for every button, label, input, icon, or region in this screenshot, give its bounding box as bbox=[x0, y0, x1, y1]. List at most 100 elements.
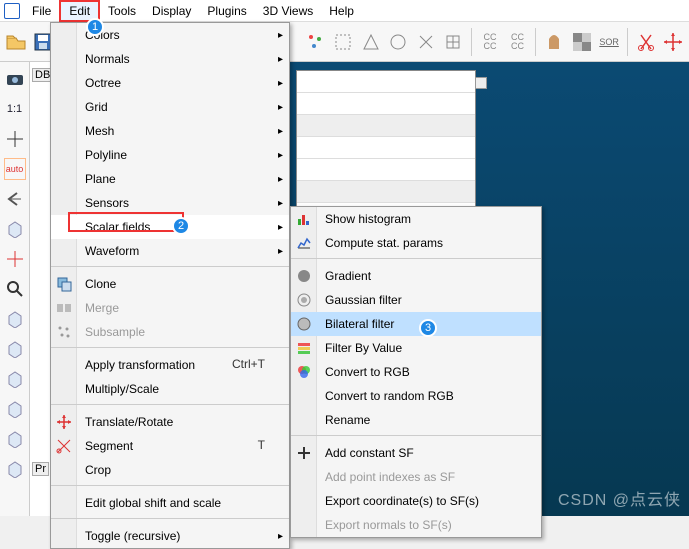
menu-label: Show histogram bbox=[325, 212, 411, 226]
checker-icon[interactable] bbox=[570, 30, 594, 54]
move3d-icon[interactable] bbox=[661, 30, 685, 54]
menu-label: Edit global shift and scale bbox=[85, 496, 221, 510]
bag-icon[interactable] bbox=[542, 30, 566, 54]
submenu-arrow-icon: ▸ bbox=[278, 174, 283, 185]
menu-display[interactable]: Display bbox=[144, 2, 199, 20]
menu-plugins[interactable]: Plugins bbox=[199, 2, 254, 20]
sf-menu-add-point-indexes-as-sf: Add point indexes as SF bbox=[291, 465, 541, 489]
edit-menu-multiply-scale[interactable]: Multiply/Scale bbox=[51, 377, 289, 401]
edit-menu-clone[interactable]: Clone bbox=[51, 272, 289, 296]
cube2-icon[interactable] bbox=[4, 308, 26, 330]
sf-menu-rename[interactable]: Rename bbox=[291, 408, 541, 432]
points-icon[interactable] bbox=[304, 30, 328, 54]
sf-menu-show-histogram[interactable]: Show histogram bbox=[291, 207, 541, 231]
edit-menu-translate-rotate[interactable]: Translate/Rotate bbox=[51, 410, 289, 434]
properties-tab[interactable]: Pr bbox=[32, 462, 49, 476]
menu-label: Toggle (recursive) bbox=[85, 529, 180, 543]
hotkey: Ctrl+T bbox=[232, 357, 265, 371]
merge-icon bbox=[56, 300, 72, 316]
back-icon[interactable] bbox=[4, 188, 26, 210]
camera-icon[interactable] bbox=[4, 68, 26, 90]
sf-menu-bilateral-filter[interactable]: Bilateral filter bbox=[291, 312, 541, 336]
menu-help[interactable]: Help bbox=[321, 2, 362, 20]
menu-3dviews[interactable]: 3D Views bbox=[255, 2, 321, 20]
menu-label: Convert to random RGB bbox=[325, 389, 454, 403]
cube6-icon[interactable] bbox=[4, 428, 26, 450]
left-toolbar: 1:1 auto bbox=[0, 62, 30, 516]
edit-menu-octree[interactable]: Octree▸ bbox=[51, 71, 289, 95]
menu-label: Rename bbox=[325, 413, 370, 427]
cc-icon[interactable]: CCCC bbox=[478, 30, 502, 54]
edit-menu-polyline[interactable]: Polyline▸ bbox=[51, 143, 289, 167]
sf-menu-export-coordinate-s-to-sf-s-[interactable]: Export coordinate(s) to SF(s) bbox=[291, 489, 541, 513]
menu-label: Segment bbox=[85, 439, 133, 453]
edit-menu-apply-transformation[interactable]: Apply transformation Ctrl+T bbox=[51, 353, 289, 377]
sor-icon[interactable]: SOR bbox=[597, 30, 621, 54]
tool2-icon[interactable] bbox=[359, 30, 383, 54]
hotkey: T bbox=[258, 438, 265, 452]
edit-menu-mesh[interactable]: Mesh▸ bbox=[51, 119, 289, 143]
submenu-arrow-icon: ▸ bbox=[278, 54, 283, 65]
edit-menu-waveform[interactable]: Waveform▸ bbox=[51, 239, 289, 263]
edit-menu-sensors[interactable]: Sensors▸ bbox=[51, 191, 289, 215]
submenu-arrow-icon: ▸ bbox=[278, 222, 283, 233]
edit-menu-grid[interactable]: Grid ▸ bbox=[51, 95, 289, 119]
filterval-icon bbox=[296, 340, 312, 356]
arrows-icon[interactable] bbox=[4, 248, 26, 270]
menu-label: Grid bbox=[85, 100, 108, 114]
open-icon[interactable] bbox=[4, 30, 28, 54]
edit-menu-toggle-recursive-[interactable]: Toggle (recursive)▸ bbox=[51, 524, 289, 548]
tool4-icon[interactable] bbox=[414, 30, 438, 54]
cc2-icon[interactable]: CCCC bbox=[506, 30, 530, 54]
menu-label: Plane bbox=[85, 172, 116, 186]
badge-1: 1 bbox=[86, 18, 104, 36]
menu-label: Export coordinate(s) to SF(s) bbox=[325, 494, 479, 508]
menu-label: Gradient bbox=[325, 269, 371, 283]
menu-file[interactable]: File bbox=[24, 2, 59, 20]
menu-label: Multiply/Scale bbox=[85, 382, 159, 396]
tool3-icon[interactable] bbox=[387, 30, 411, 54]
cube1-icon[interactable] bbox=[4, 218, 26, 240]
edit-menu-edit-global-shift-and-scale[interactable]: Edit global shift and scale bbox=[51, 491, 289, 515]
submenu-arrow-icon: ▸ bbox=[278, 102, 283, 113]
menu-label: Waveform bbox=[85, 244, 139, 258]
histogram-icon bbox=[296, 211, 312, 227]
menu-label: Filter By Value bbox=[325, 341, 402, 355]
cross-icon[interactable] bbox=[4, 128, 26, 150]
edit-menu-crop[interactable]: Crop bbox=[51, 458, 289, 482]
subsample-icon bbox=[56, 324, 72, 340]
sf-menu-convert-to-rgb[interactable]: Convert to RGB bbox=[291, 360, 541, 384]
menu-label: Convert to RGB bbox=[325, 365, 410, 379]
auto-icon[interactable]: auto bbox=[4, 158, 26, 180]
edit-menu-subsample: Subsample bbox=[51, 320, 289, 344]
menu-label: Add point indexes as SF bbox=[325, 470, 455, 484]
menu-label: Export normals to SF(s) bbox=[325, 518, 452, 532]
sf-menu-gradient[interactable]: Gradient bbox=[291, 264, 541, 288]
edit-menu-normals[interactable]: Normals▸ bbox=[51, 47, 289, 71]
menu-tools[interactable]: Tools bbox=[100, 2, 144, 20]
sf-menu-compute-stat-params[interactable]: Compute stat. params bbox=[291, 231, 541, 255]
zoom-icon[interactable] bbox=[4, 278, 26, 300]
sf-menu-add-constant-sf[interactable]: Add constant SF bbox=[291, 441, 541, 465]
cut-icon[interactable] bbox=[634, 30, 658, 54]
edit-menu-plane[interactable]: Plane ▸ bbox=[51, 167, 289, 191]
menu-label: Scalar fields bbox=[85, 220, 150, 234]
ratio-icon[interactable]: 1:1 bbox=[4, 98, 26, 120]
sf-menu-filter-by-value[interactable]: Filter By Value bbox=[291, 336, 541, 360]
badge-2: 2 bbox=[172, 217, 190, 235]
submenu-arrow-icon: ▸ bbox=[278, 198, 283, 209]
tool5-icon[interactable] bbox=[442, 30, 466, 54]
watermark: CSDN @点云侠 bbox=[558, 486, 681, 510]
sf-menu-gaussian-filter[interactable]: Gaussian filter bbox=[291, 288, 541, 312]
cube7-icon[interactable] bbox=[4, 458, 26, 480]
cube3-icon[interactable] bbox=[4, 338, 26, 360]
menu-label: Clone bbox=[85, 277, 116, 291]
menu-label: Octree bbox=[85, 76, 121, 90]
cube4-icon[interactable] bbox=[4, 368, 26, 390]
cube5-icon[interactable] bbox=[4, 398, 26, 420]
tool1-icon[interactable] bbox=[332, 30, 356, 54]
sf-menu-convert-to-random-rgb[interactable]: Convert to random RGB bbox=[291, 384, 541, 408]
edit-menu-scalar-fields[interactable]: Scalar fields ▸ bbox=[51, 215, 289, 239]
edit-menu-segment[interactable]: Segment T bbox=[51, 434, 289, 458]
menu-label: Apply transformation bbox=[85, 358, 195, 372]
